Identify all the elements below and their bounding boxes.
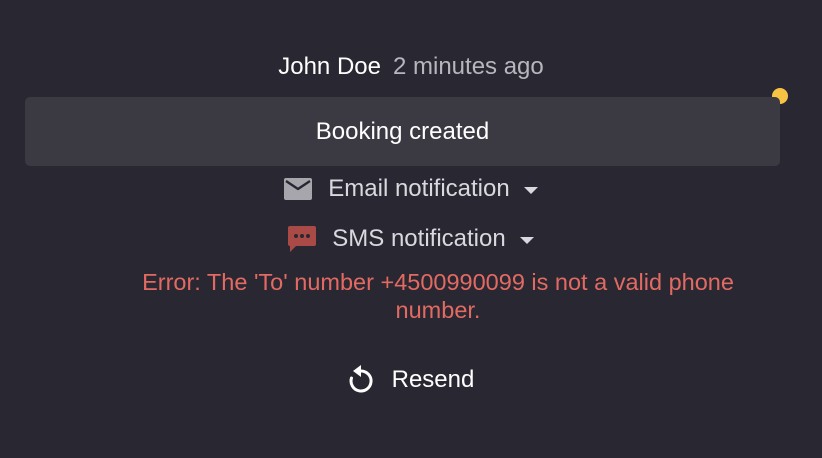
email-notification-label: Email notification [328,175,510,202]
refresh-icon [348,365,374,395]
event-title: Booking created [315,117,490,145]
sms-notification-label: SMS notification [332,225,506,252]
chevron-down-icon [519,237,534,244]
activity-time: 2 minutes ago [392,53,544,80]
event-card: Booking created [25,97,780,166]
author-name: John Doe [278,53,381,80]
activity-header: John Doe 2 minutes ago [0,50,822,84]
sms-notification-toggle[interactable]: SMS notification [0,222,822,256]
resend-label: Resend [391,366,475,393]
sms-icon [288,226,317,252]
error-message: Error: The 'To' number +4500990099 is no… [142,269,734,323]
email-notification-toggle[interactable]: Email notification [0,172,822,206]
chevron-down-icon [523,187,538,194]
resend-button[interactable]: Resend [0,360,822,400]
email-icon [284,178,313,200]
